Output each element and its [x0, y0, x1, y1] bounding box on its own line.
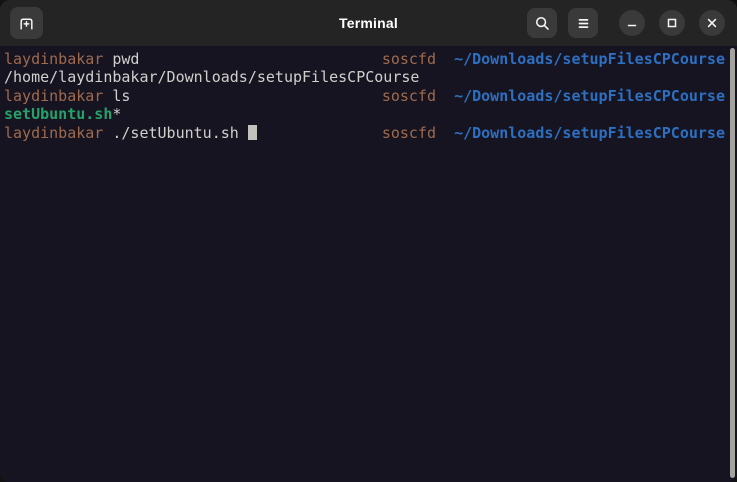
prompt-cwd: ~/Downloads/setupFilesCPCourse: [454, 124, 725, 142]
prompt-hostname: soscfd: [382, 50, 436, 68]
terminal-text: ls: [103, 87, 130, 105]
scrollbar-thumb[interactable]: [730, 48, 735, 478]
terminal-text: [436, 87, 454, 105]
prompt-username: laydinbakar: [4, 87, 103, 105]
prompt-username: laydinbakar: [4, 124, 103, 142]
search-icon: [534, 15, 551, 32]
terminal-line: /home/laydinbakar/Downloads/setupFilesCP…: [4, 68, 725, 86]
terminal-text: [436, 124, 454, 142]
new-tab-icon: [18, 15, 35, 32]
prompt-hostname: soscfd: [382, 87, 436, 105]
prompt-hostname: soscfd: [382, 124, 436, 142]
terminal-text: *: [112, 105, 121, 123]
executable-file-name: setUbuntu.sh: [4, 105, 112, 123]
terminal-cursor: [248, 125, 257, 140]
terminal-text: /home/laydinbakar/Downloads/setupFilesCP…: [4, 68, 419, 86]
maximize-button[interactable]: [659, 10, 685, 36]
search-button[interactable]: [527, 8, 557, 38]
titlebar-controls: [527, 0, 725, 46]
minimize-button[interactable]: [619, 10, 645, 36]
terminal-output[interactable]: laydinbakar pwd soscfd ~/Downloads/setupF…: [0, 46, 737, 482]
hamburger-icon: [575, 15, 592, 32]
prompt-cwd: ~/Downloads/setupFilesCPCourse: [454, 87, 725, 105]
terminal-line: laydinbakar ./setUbuntu.sh soscfd ~/Down…: [4, 124, 725, 142]
menu-button[interactable]: [568, 8, 598, 38]
new-tab-button[interactable]: [10, 7, 43, 39]
terminal-line: setUbuntu.sh*: [4, 105, 725, 123]
prompt-username: laydinbakar: [4, 50, 103, 68]
terminal-line: laydinbakar ls soscfd ~/Downloads/setupFi…: [4, 87, 725, 105]
terminal-line: laydinbakar pwd soscfd ~/Downloads/setupF…: [4, 50, 725, 68]
terminal-window: Terminal: [0, 0, 737, 482]
prompt-cwd: ~/Downloads/setupFilesCPCourse: [454, 50, 725, 68]
minimize-icon: [624, 15, 640, 31]
terminal-text: pwd: [103, 50, 139, 68]
titlebar: Terminal: [0, 0, 737, 46]
terminal-text: [436, 50, 454, 68]
close-button[interactable]: [699, 10, 725, 36]
close-icon: [704, 15, 720, 31]
maximize-icon: [664, 15, 680, 31]
terminal-text: ./setUbuntu.sh: [103, 124, 248, 142]
